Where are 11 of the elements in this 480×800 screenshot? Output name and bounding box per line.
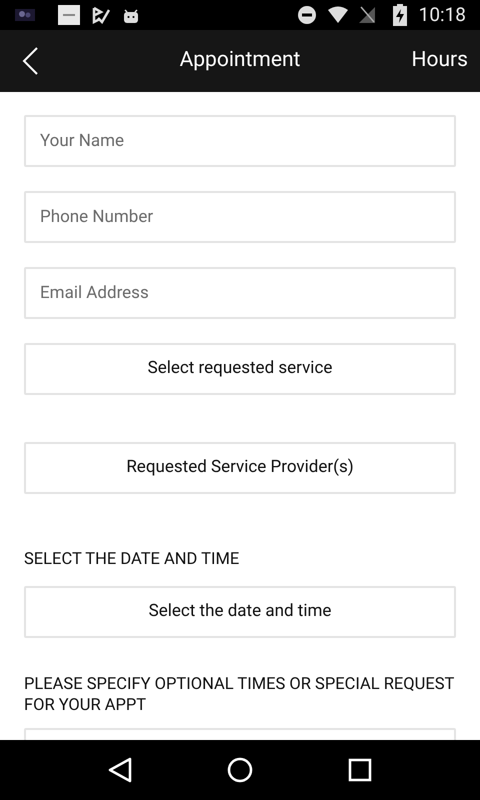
clock: 10:18 — [418, 2, 466, 28]
input-field[interactable]: Phone Number — [24, 191, 456, 243]
screen-title: Appointment — [180, 47, 300, 74]
select-button[interactable]: Select requested service — [24, 343, 456, 395]
hours-button[interactable]: Hours — [412, 30, 480, 92]
select-button[interactable]: Select the date and time — [24, 586, 456, 638]
select-button[interactable]: Requested Service Provider(s) — [24, 442, 456, 494]
section-label: SELECT THE DATE AND TIME — [24, 549, 240, 570]
input-field[interactable]: Email Address — [24, 267, 456, 319]
section-label: PLEASE SPECIFY OPTIONAL TIMES OR SPECIAL REQUEST FOR YOUR APPT — [24, 674, 456, 716]
input-field[interactable]: Your Name — [24, 115, 456, 167]
